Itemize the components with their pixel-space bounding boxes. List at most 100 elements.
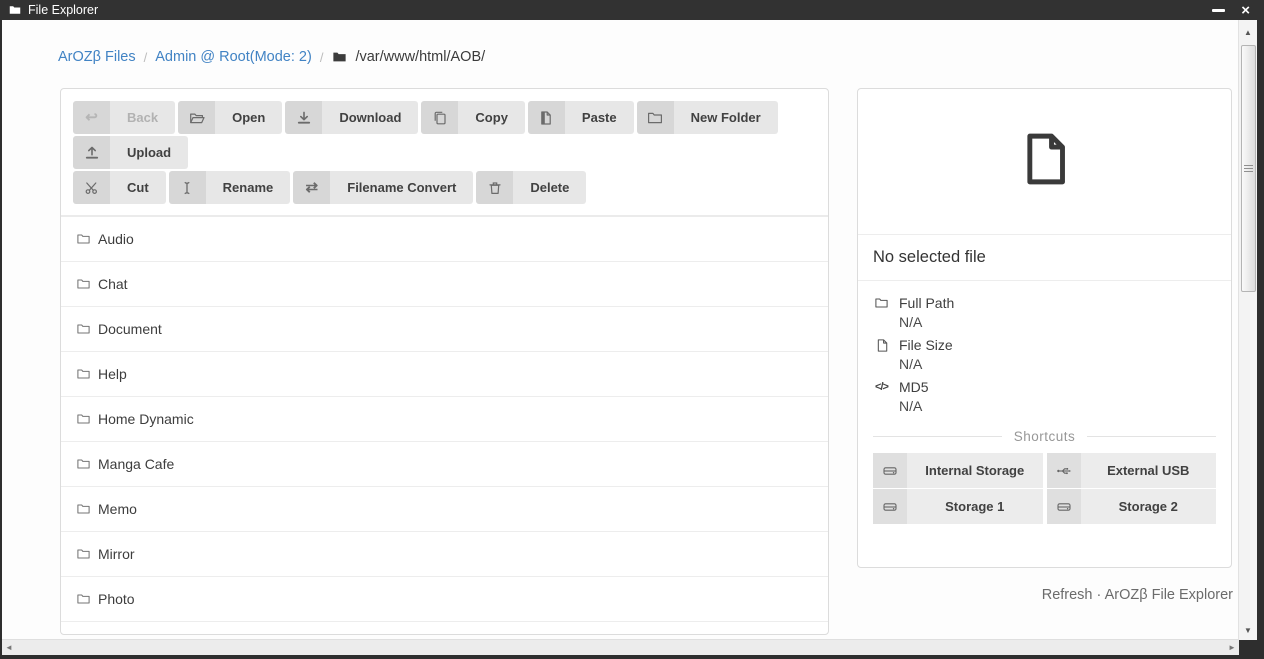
property-label: MD5: [899, 379, 929, 395]
property-value: N/A: [899, 398, 1216, 414]
file-properties: Full Path N/A File Size N/A </> MD5 N/A: [858, 281, 1231, 414]
folder-icon: [8, 4, 22, 16]
file-name: Photo: [98, 591, 135, 607]
shortcuts-title: Shortcuts: [1002, 429, 1088, 444]
file-name: Home Dynamic: [98, 411, 194, 427]
file-icon: [1017, 128, 1073, 195]
filename-convert-button[interactable]: ⇄ Filename Convert: [293, 171, 473, 204]
property-label: File Size: [899, 337, 953, 353]
ibeam-icon: [169, 171, 206, 204]
trash-icon: [476, 171, 513, 204]
close-button[interactable]: ×: [1241, 4, 1250, 17]
minimize-button[interactable]: [1212, 9, 1225, 12]
file-name: Memo: [98, 501, 137, 517]
breadcrumb-separator: /: [320, 50, 324, 65]
shortcut-internal-storage[interactable]: Internal Storage: [873, 453, 1043, 488]
download-button[interactable]: Download: [285, 101, 418, 134]
breadcrumb-link-home[interactable]: ArOZβ Files: [58, 49, 136, 65]
scroll-right-arrow-icon[interactable]: ►: [1225, 640, 1239, 655]
upload-button[interactable]: Upload: [73, 136, 188, 169]
window-frame-right: [1257, 20, 1264, 659]
folder-icon: [331, 50, 348, 64]
property-label: Full Path: [899, 295, 954, 311]
footer: Refresh · ArOZβ File Explorer: [1042, 587, 1233, 603]
paste-icon: [528, 101, 565, 134]
file-row-mirror[interactable]: Mirror: [61, 532, 828, 577]
scroll-up-arrow-icon[interactable]: ▲: [1239, 24, 1257, 40]
shortcuts-grid: Internal Storage External USB Storage 1 …: [873, 453, 1216, 524]
file-row-audio[interactable]: Audio: [61, 217, 828, 262]
new-folder-button[interactable]: New Folder: [637, 101, 778, 134]
window-titlebar: File Explorer ×: [0, 0, 1264, 20]
horizontal-scrollbar[interactable]: ◄ ►: [2, 639, 1239, 655]
folder-icon: [76, 232, 91, 246]
current-path: /var/www/html/AOB/: [355, 49, 485, 65]
folder-icon: [76, 412, 91, 426]
property-md5: </> MD5 N/A: [873, 379, 1216, 414]
file-list: Audio Chat Document Help Home Dynamic Ma…: [61, 217, 828, 635]
usb-icon: [1047, 453, 1081, 488]
file-row-manga-cafe[interactable]: Manga Cafe: [61, 442, 828, 487]
toolbar: ↩ Back Open Download Copy Paste New F: [61, 89, 828, 215]
file-row-help[interactable]: Help: [61, 352, 828, 397]
rename-button[interactable]: Rename: [169, 171, 291, 204]
scroll-left-arrow-icon[interactable]: ◄: [2, 640, 16, 655]
file-row-document[interactable]: Document: [61, 307, 828, 352]
open-button[interactable]: Open: [178, 101, 282, 134]
file-details-panel: No selected file Full Path N/A File Size…: [857, 88, 1232, 568]
code-icon: </>: [873, 381, 890, 393]
scroll-down-arrow-icon[interactable]: ▼: [1239, 622, 1257, 638]
shortcut-storage-1[interactable]: Storage 1: [873, 489, 1043, 524]
back-button[interactable]: ↩ Back: [73, 101, 175, 134]
app-name: ArOZβ File Explorer: [1105, 587, 1233, 603]
delete-button[interactable]: Delete: [476, 171, 586, 204]
footer-separator: ·: [1097, 587, 1105, 603]
file-row-pi-db[interactable]: Pi-DB: [61, 622, 828, 635]
breadcrumb-separator: /: [144, 50, 148, 65]
window-frame-bottom: [0, 655, 1264, 659]
file-icon: [873, 338, 890, 353]
copy-button[interactable]: Copy: [421, 101, 525, 134]
convert-arrows-icon: ⇄: [293, 171, 330, 204]
shortcut-storage-2[interactable]: Storage 2: [1047, 489, 1217, 524]
file-browser-panel: ↩ Back Open Download Copy Paste New F: [60, 88, 829, 635]
new-folder-icon: [637, 101, 674, 134]
property-full-path: Full Path N/A: [873, 295, 1216, 330]
paste-button[interactable]: Paste: [528, 101, 634, 134]
file-name: Mirror: [98, 546, 135, 562]
file-preview: [858, 89, 1231, 235]
folder-icon: [873, 296, 890, 310]
vertical-scrollbar-thumb[interactable]: [1241, 45, 1256, 292]
refresh-link[interactable]: Refresh: [1042, 587, 1093, 603]
property-value: N/A: [899, 356, 1216, 372]
file-name: Chat: [98, 276, 128, 292]
upload-icon: [73, 136, 110, 169]
folder-icon: [76, 367, 91, 381]
cut-button[interactable]: Cut: [73, 171, 166, 204]
scrollbar-corner: [1239, 640, 1257, 655]
folder-icon: [76, 502, 91, 516]
open-folder-icon: [178, 101, 215, 134]
hdd-icon: [873, 453, 907, 488]
file-name: Document: [98, 321, 162, 337]
file-name: Help: [98, 366, 127, 382]
selection-status: No selected file: [858, 235, 1231, 281]
window-title: File Explorer: [28, 3, 98, 17]
back-icon: ↩: [73, 101, 110, 134]
download-icon: [285, 101, 322, 134]
shortcut-external-usb[interactable]: External USB: [1047, 453, 1217, 488]
shortcuts-divider: Shortcuts: [873, 429, 1216, 444]
folder-icon: [76, 277, 91, 291]
file-name: Audio: [98, 231, 134, 247]
folder-icon: [76, 592, 91, 606]
folder-icon: [76, 322, 91, 336]
file-row-memo[interactable]: Memo: [61, 487, 828, 532]
file-row-photo[interactable]: Photo: [61, 577, 828, 622]
breadcrumb-link-user[interactable]: Admin @ Root(Mode: 2): [155, 49, 312, 65]
file-row-home-dynamic[interactable]: Home Dynamic: [61, 397, 828, 442]
file-row-chat[interactable]: Chat: [61, 262, 828, 307]
folder-icon: [76, 547, 91, 561]
vertical-scrollbar[interactable]: ▲ ▼: [1238, 20, 1257, 640]
copy-icon: [421, 101, 458, 134]
breadcrumb: ArOZβ Files / Admin @ Root(Mode: 2) / /v…: [58, 49, 485, 65]
